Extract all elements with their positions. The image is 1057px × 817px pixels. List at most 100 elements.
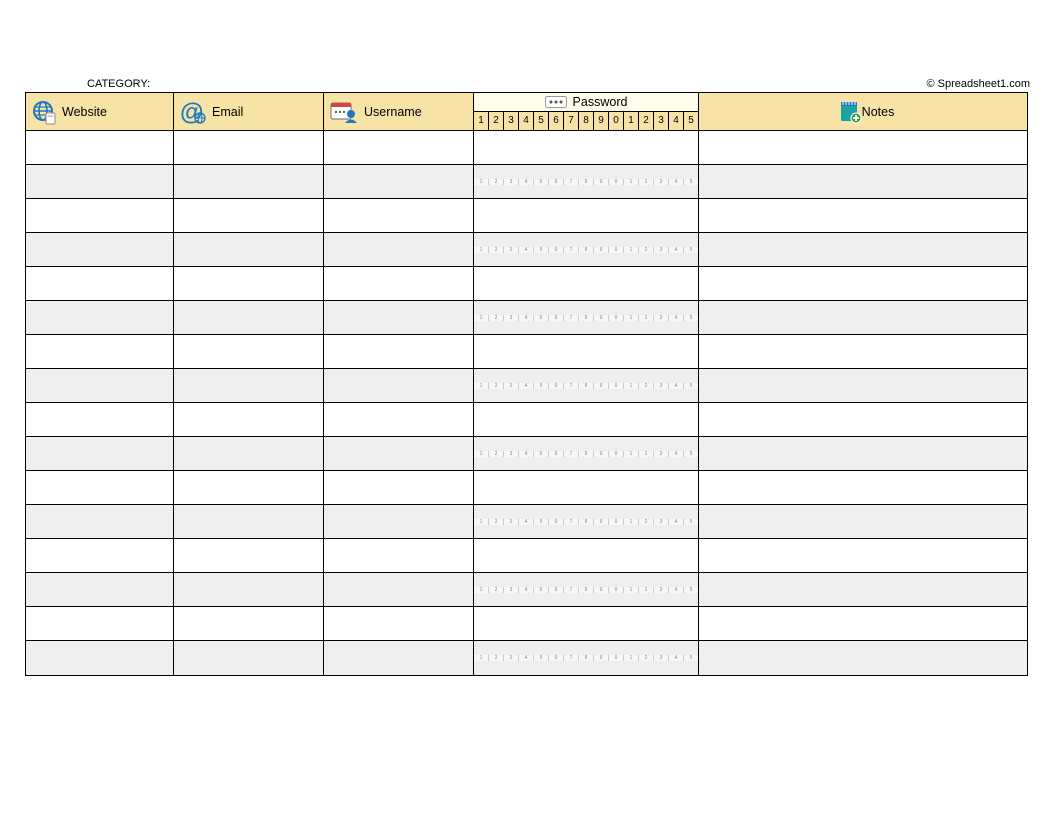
pw-subcell[interactable]: 9 — [594, 655, 609, 661]
cell-password[interactable]: 123456789012345 — [474, 233, 699, 266]
pw-subcell[interactable]: 4 — [519, 247, 534, 253]
pw-subcell[interactable]: 7 — [564, 451, 579, 457]
pw-subcell[interactable]: 1 — [624, 179, 639, 185]
pw-subcell[interactable]: 5 — [684, 519, 698, 525]
cell-username[interactable] — [324, 369, 474, 402]
cell-email[interactable] — [174, 233, 324, 266]
pw-subcell[interactable]: 4 — [669, 315, 684, 321]
pw-subcell[interactable]: 5 — [684, 247, 698, 253]
pw-subcell[interactable]: 9 — [594, 247, 609, 253]
cell-email[interactable] — [174, 403, 324, 436]
cell-password[interactable] — [474, 471, 699, 504]
cell-email[interactable] — [174, 131, 324, 164]
pw-subcell[interactable]: 1 — [624, 587, 639, 593]
cell-email[interactable] — [174, 607, 324, 640]
cell-email[interactable] — [174, 369, 324, 402]
cell-password[interactable] — [474, 267, 699, 300]
cell-website[interactable] — [26, 505, 174, 538]
pw-subcell[interactable]: 9 — [594, 587, 609, 593]
pw-subcell[interactable]: 6 — [549, 383, 564, 389]
pw-subcell[interactable]: 7 — [564, 179, 579, 185]
pw-subcell[interactable]: 4 — [519, 519, 534, 525]
cell-website[interactable] — [26, 641, 174, 675]
cell-password[interactable] — [474, 335, 699, 368]
cell-notes[interactable] — [699, 335, 1027, 368]
pw-subcell[interactable]: 2 — [489, 179, 504, 185]
pw-subcell[interactable]: 5 — [534, 383, 549, 389]
pw-subcell[interactable]: 1 — [474, 315, 489, 321]
cell-website[interactable] — [26, 403, 174, 436]
pw-subcell[interactable]: 8 — [579, 315, 594, 321]
pw-subcell[interactable]: 2 — [639, 451, 654, 457]
pw-subcell[interactable]: 6 — [549, 587, 564, 593]
pw-subcell[interactable]: 2 — [489, 247, 504, 253]
cell-notes[interactable] — [699, 199, 1027, 232]
cell-password[interactable] — [474, 607, 699, 640]
cell-password[interactable]: 123456789012345 — [474, 437, 699, 470]
pw-subcell[interactable]: 6 — [549, 451, 564, 457]
pw-subcell[interactable]: 5 — [684, 179, 698, 185]
cell-notes[interactable] — [699, 233, 1027, 266]
cell-email[interactable] — [174, 471, 324, 504]
cell-password[interactable]: 123456789012345 — [474, 505, 699, 538]
cell-website[interactable] — [26, 437, 174, 470]
pw-subcell[interactable]: 2 — [489, 519, 504, 525]
pw-subcell[interactable]: 4 — [519, 315, 534, 321]
pw-subcell[interactable]: 3 — [654, 315, 669, 321]
cell-email[interactable] — [174, 199, 324, 232]
pw-subcell[interactable]: 8 — [579, 451, 594, 457]
pw-subcell[interactable]: 8 — [579, 247, 594, 253]
pw-subcell[interactable]: 3 — [654, 587, 669, 593]
pw-subcell[interactable]: 8 — [579, 383, 594, 389]
pw-subcell[interactable]: 1 — [474, 247, 489, 253]
pw-subcell[interactable]: 1 — [624, 519, 639, 525]
cell-username[interactable] — [324, 607, 474, 640]
pw-subcell[interactable]: 2 — [489, 587, 504, 593]
pw-subcell[interactable]: 4 — [519, 587, 534, 593]
pw-subcell[interactable]: 5 — [534, 451, 549, 457]
pw-subcell[interactable]: 1 — [624, 247, 639, 253]
cell-password[interactable] — [474, 403, 699, 436]
pw-subcell[interactable]: 1 — [624, 451, 639, 457]
pw-subcell[interactable]: 7 — [564, 315, 579, 321]
cell-email[interactable] — [174, 267, 324, 300]
cell-username[interactable] — [324, 301, 474, 334]
pw-subcell[interactable]: 3 — [504, 315, 519, 321]
pw-subcell[interactable]: 2 — [639, 315, 654, 321]
pw-subcell[interactable]: 5 — [684, 451, 698, 457]
pw-subcell[interactable]: 4 — [519, 383, 534, 389]
pw-subcell[interactable]: 4 — [669, 383, 684, 389]
pw-subcell[interactable]: 9 — [594, 179, 609, 185]
pw-subcell[interactable]: 3 — [504, 587, 519, 593]
cell-username[interactable] — [324, 267, 474, 300]
cell-password[interactable]: 123456789012345 — [474, 301, 699, 334]
cell-password[interactable]: 123456789012345 — [474, 165, 699, 198]
pw-subcell[interactable]: 3 — [504, 179, 519, 185]
cell-website[interactable] — [26, 335, 174, 368]
pw-subcell[interactable]: 1 — [474, 383, 489, 389]
pw-subcell[interactable]: 0 — [609, 179, 624, 185]
cell-website[interactable] — [26, 301, 174, 334]
pw-subcell[interactable]: 2 — [639, 383, 654, 389]
pw-subcell[interactable]: 9 — [594, 451, 609, 457]
pw-subcell[interactable]: 0 — [609, 587, 624, 593]
cell-notes[interactable] — [699, 131, 1027, 164]
cell-username[interactable] — [324, 131, 474, 164]
pw-subcell[interactable]: 5 — [534, 587, 549, 593]
pw-subcell[interactable]: 6 — [549, 315, 564, 321]
pw-subcell[interactable]: 0 — [609, 655, 624, 661]
pw-subcell[interactable]: 4 — [669, 247, 684, 253]
pw-subcell[interactable]: 2 — [489, 451, 504, 457]
cell-website[interactable] — [26, 165, 174, 198]
pw-subcell[interactable]: 5 — [534, 655, 549, 661]
cell-email[interactable] — [174, 539, 324, 572]
cell-notes[interactable] — [699, 641, 1027, 675]
pw-subcell[interactable]: 2 — [489, 315, 504, 321]
cell-email[interactable] — [174, 301, 324, 334]
pw-subcell[interactable]: 1 — [474, 179, 489, 185]
pw-subcell[interactable]: 6 — [549, 655, 564, 661]
pw-subcell[interactable]: 4 — [669, 587, 684, 593]
pw-subcell[interactable]: 2 — [639, 655, 654, 661]
cell-notes[interactable] — [699, 573, 1027, 606]
cell-website[interactable] — [26, 539, 174, 572]
